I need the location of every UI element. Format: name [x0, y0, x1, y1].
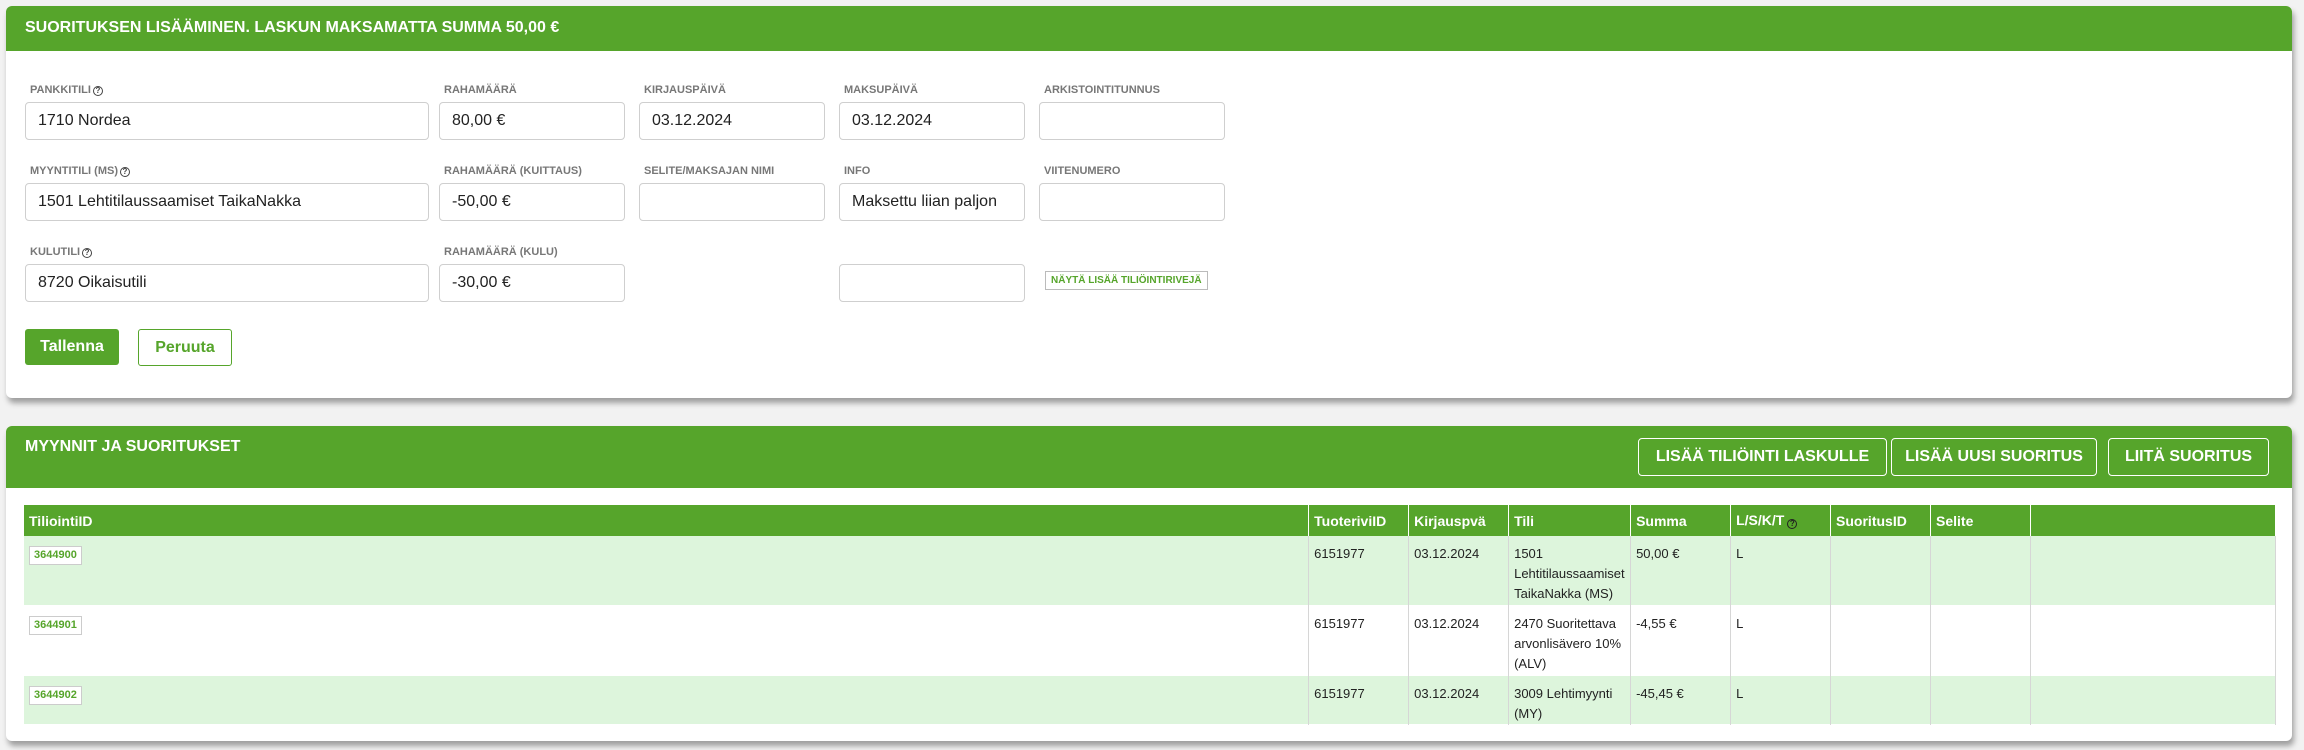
postings-table: TiliointiID TuoteriviID Kirjauspvä Tili … — [24, 505, 2276, 725]
rahamaara-kuittaus-label: RAHAMÄÄRÄ (KUITTAUS) — [444, 165, 582, 177]
col-header-selite[interactable]: Selite — [1930, 505, 2031, 536]
cell-suoritus — [1830, 536, 1932, 605]
cell-selite — [1930, 605, 2031, 675]
payment-form-panel: SUORITUKSEN LISÄÄMINEN. LASKUN MAKSAMATT… — [6, 6, 2292, 398]
cell-tili: 2470 Suoritettava arvonlisävero 10% (ALV… — [1508, 605, 1632, 675]
info-input[interactable]: Maksettu liian paljon — [839, 183, 1025, 221]
col-header-actions — [2030, 505, 2276, 536]
cell-lskt: L — [1730, 536, 1832, 605]
selite-label: SELITE/MAKSAJAN NIMI — [644, 165, 775, 177]
arkistointitunnus-field: ARKISTOINTITUNNUS — [1039, 84, 1225, 140]
kulutili-input[interactable]: 8720 Oikaisutili — [25, 264, 429, 302]
table-row: 3644902 6151977 03.12.2024 3009 Lehtimyy… — [24, 675, 2276, 724]
tiliointi-id-link[interactable]: 3644902 — [29, 685, 82, 705]
cell-lskt: L — [1730, 675, 1832, 724]
payment-form-title: SUORITUKSEN LISÄÄMINEN. LASKUN MAKSAMATT… — [6, 6, 2292, 51]
myyntitili-field: MYYNTITILI (MS)? 1501 Lehtitilaussaamise… — [25, 165, 429, 221]
selite-field: SELITE/MAKSAJAN NIMI — [639, 165, 825, 221]
col-header-kirjauspva[interactable]: Kirjauspvä — [1408, 505, 1510, 536]
extra-field — [839, 246, 1025, 302]
viitenumero-input[interactable] — [1039, 183, 1225, 221]
sales-payments-panel: MYYNNIT JA SUORITUKSET LISÄÄ TILIÖINTI L… — [6, 426, 2292, 741]
table-row: 3644901 6151977 03.12.2024 2470 Suoritet… — [24, 605, 2276, 675]
kirjauspaiva-label: KIRJAUSPÄIVÄ — [644, 84, 726, 96]
col-header-summa[interactable]: Summa — [1630, 505, 1732, 536]
cell-lskt: L — [1730, 605, 1832, 675]
cell-tuoterivi: 6151977 — [1308, 605, 1410, 675]
sales-payments-header: MYYNNIT JA SUORITUKSET LISÄÄ TILIÖINTI L… — [6, 426, 2292, 488]
info-field: INFO Maksettu liian paljon — [839, 165, 1025, 221]
table-row: 3644900 6151977 03.12.2024 1501 Lehtitil… — [24, 536, 2276, 605]
attach-payment-button[interactable]: LIITÄ SUORITUS — [2108, 438, 2269, 476]
cell-summa: 50,00 € — [1630, 536, 1732, 605]
col-header-suoritus-id[interactable]: SuoritusID — [1830, 505, 1932, 536]
cell-kirjauspva: 03.12.2024 — [1408, 536, 1510, 605]
tiliointi-id-link[interactable]: 3644901 — [29, 615, 82, 635]
viitenumero-field: VIITENUMERO — [1039, 165, 1225, 221]
table-header-row: TiliointiID TuoteriviID Kirjauspvä Tili … — [24, 505, 2276, 536]
kirjauspaiva-field: KIRJAUSPÄIVÄ 03.12.2024 — [639, 84, 825, 140]
sales-payments-title: MYYNNIT JA SUORITUKSET — [25, 438, 241, 455]
cell-actions — [2030, 536, 2276, 605]
maksupaiva-input[interactable]: 03.12.2024 — [839, 102, 1025, 140]
col-header-tili[interactable]: Tili — [1508, 505, 1632, 536]
kirjauspaiva-input[interactable]: 03.12.2024 — [639, 102, 825, 140]
myyntitili-input[interactable]: 1501 Lehtitilaussaamiset TaikaNakka — [25, 183, 429, 221]
cell-selite — [1930, 675, 2031, 724]
pankkitili-input[interactable]: 1710 Nordea — [25, 102, 429, 140]
rahamaara-label: RAHAMÄÄRÄ — [444, 84, 517, 96]
rahamaara-input[interactable]: 80,00 € — [439, 102, 625, 140]
add-posting-button[interactable]: LISÄÄ TILIÖINTI LASKULLE — [1638, 438, 1887, 476]
cell-suoritus — [1830, 675, 1932, 724]
rahamaara-kuittaus-input[interactable]: -50,00 € — [439, 183, 625, 221]
tiliointi-id-link[interactable]: 3644900 — [29, 546, 82, 565]
myyntitili-label: MYYNTITILI (MS) — [30, 165, 118, 177]
add-new-payment-button[interactable]: LISÄÄ UUSI SUORITUS — [1891, 438, 2097, 476]
maksupaiva-label: MAKSUPÄIVÄ — [844, 84, 918, 96]
cell-suoritus — [1830, 605, 1932, 675]
cell-tuoterivi: 6151977 — [1308, 675, 1410, 724]
cell-summa: -4,55 € — [1630, 605, 1732, 675]
rahamaara-kuittaus-field: RAHAMÄÄRÄ (KUITTAUS) -50,00 € — [439, 165, 625, 221]
col-header-lskt-label: L/S/K/T — [1736, 512, 1785, 528]
help-icon[interactable]: ? — [1787, 519, 1798, 529]
cell-kirjauspva: 03.12.2024 — [1408, 605, 1510, 675]
cell-selite — [1930, 536, 2031, 605]
cell-actions — [2030, 675, 2276, 724]
help-icon[interactable]: ? — [120, 167, 130, 177]
help-icon[interactable]: ? — [82, 248, 93, 258]
cell-tili: 3009 Lehtimyynti (MY) — [1508, 675, 1632, 724]
arkistointitunnus-input[interactable] — [1039, 102, 1225, 140]
cell-actions — [2030, 605, 2276, 675]
col-header-tiliointi-id[interactable]: TiliointiID — [24, 505, 1310, 536]
save-button[interactable]: Tallenna — [25, 329, 119, 365]
show-more-postings-link[interactable]: NÄYTÄ LISÄÄ TILIÖINTIRIVEJÄ — [1045, 271, 1208, 290]
cell-tuoterivi: 6151977 — [1308, 536, 1410, 605]
rahamaara-kulu-input[interactable]: -30,00 € — [439, 264, 625, 302]
cell-summa: -45,45 € — [1630, 675, 1732, 724]
rahamaara-kulu-field: RAHAMÄÄRÄ (KULU) -30,00 € — [439, 246, 625, 302]
pankkitili-label: PANKKITILI — [30, 84, 91, 96]
kulutili-label: KULUTILI — [30, 246, 81, 258]
rahamaara-kulu-label: RAHAMÄÄRÄ (KULU) — [444, 246, 558, 258]
col-header-lskt[interactable]: L/S/K/T? — [1730, 505, 1832, 536]
maksupaiva-field: MAKSUPÄIVÄ 03.12.2024 — [839, 84, 1025, 140]
cancel-button[interactable]: Peruuta — [138, 329, 232, 366]
info-label: INFO — [844, 165, 871, 177]
selite-input[interactable] — [639, 183, 825, 221]
col-header-tuoterivi-id[interactable]: TuoteriviID — [1308, 505, 1410, 536]
kulutili-field: KULUTILI? 8720 Oikaisutili — [25, 246, 429, 302]
help-icon[interactable]: ? — [92, 86, 103, 96]
cell-kirjauspva: 03.12.2024 — [1408, 675, 1510, 724]
rahamaara-field: RAHAMÄÄRÄ 80,00 € — [439, 84, 625, 140]
pankkitili-field: PANKKITILI? 1710 Nordea — [25, 84, 429, 140]
extra-input[interactable] — [839, 264, 1025, 302]
cell-tili: 1501 Lehtitilaussaamiset TaikaNakka (MS) — [1508, 536, 1632, 605]
arkistointitunnus-label: ARKISTOINTITUNNUS — [1044, 84, 1160, 96]
viitenumero-label: VIITENUMERO — [1044, 165, 1121, 177]
